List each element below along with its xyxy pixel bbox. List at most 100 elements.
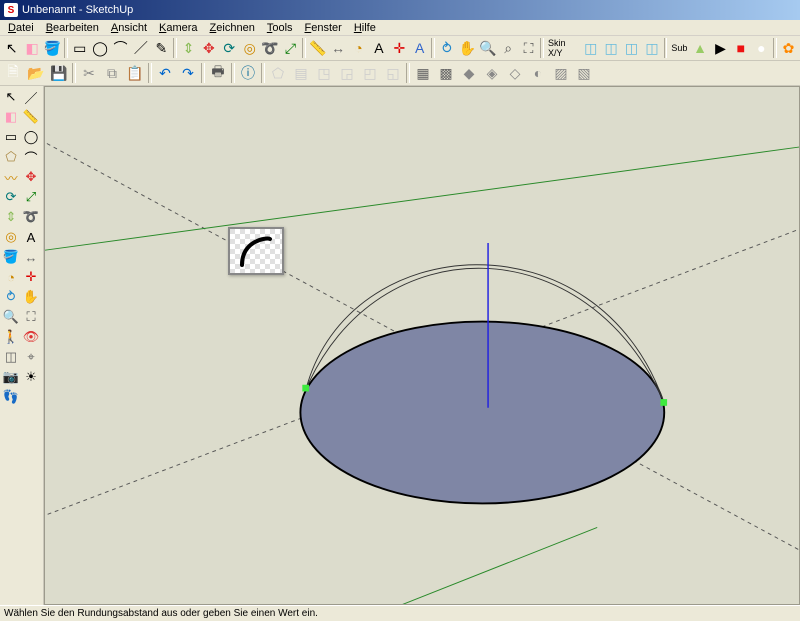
paste-button[interactable]: 📋	[124, 62, 146, 84]
right-button[interactable]: ◲	[336, 62, 358, 84]
open-file-button[interactable]: 📂	[25, 62, 47, 84]
rotate-button[interactable]: ⟳	[220, 37, 239, 59]
back-button[interactable]: ◰	[359, 62, 381, 84]
orbit-button[interactable]: ⥁	[437, 37, 456, 59]
zoom-tool[interactable]: 🔍	[1, 307, 21, 327]
tape-button[interactable]: 📏	[308, 37, 327, 59]
zoom-ext-tool[interactable]: ⛶	[21, 307, 41, 327]
menu-bearbeiten[interactable]: Bearbeiten	[40, 22, 105, 34]
copy-button[interactable]: ⧉	[101, 62, 123, 84]
menu-zeichnen[interactable]: Zeichnen	[204, 22, 261, 34]
rotate-tool[interactable]: ⟳	[1, 187, 21, 207]
skin-3-button[interactable]: ◫	[622, 37, 641, 59]
hidden-line-button[interactable]: ▩	[435, 62, 457, 84]
line-tool[interactable]: ／	[21, 87, 41, 107]
wireframe-button[interactable]: ▦	[412, 62, 434, 84]
line-button[interactable]: ／	[131, 37, 150, 59]
sub-1-button[interactable]: ▲	[690, 37, 709, 59]
arc-tool[interactable]: ⌒	[21, 147, 41, 167]
freehand-button[interactable]: ✎	[152, 37, 171, 59]
menu-ansicht[interactable]: Ansicht	[105, 22, 153, 34]
style3-button[interactable]: ▧	[573, 62, 595, 84]
viewport-3d[interactable]	[44, 86, 800, 605]
front-button[interactable]: ◳	[313, 62, 335, 84]
menu-tools[interactable]: Tools	[261, 22, 299, 34]
push-tool[interactable]: ⇕	[1, 207, 21, 227]
eraser-tool[interactable]: ◧	[1, 107, 21, 127]
zoom-button[interactable]: 🔍	[478, 37, 497, 59]
iso-button[interactable]: ⬠	[267, 62, 289, 84]
sub-3-button[interactable]: ■	[731, 37, 750, 59]
follow-tool[interactable]: ➰	[21, 207, 41, 227]
save-file-button[interactable]: 💾	[48, 62, 70, 84]
eraser-button[interactable]: ◧	[22, 37, 41, 59]
menu-fenster[interactable]: Fenster	[299, 22, 348, 34]
style2-button[interactable]: ▨	[550, 62, 572, 84]
section-tool[interactable]: ◫	[1, 347, 21, 367]
dimension-button[interactable]: ↔	[328, 37, 347, 59]
follow-me-button[interactable]: ➰	[260, 37, 279, 59]
xray-button[interactable]: ◇	[504, 62, 526, 84]
axes-button[interactable]: ✛	[390, 37, 409, 59]
print-button[interactable]: 🖶	[207, 62, 229, 84]
pan-tool[interactable]: ✋	[21, 287, 41, 307]
rect-tool[interactable]: ▭	[1, 127, 21, 147]
text-tool[interactable]: A	[21, 227, 41, 247]
skin-2-button[interactable]: ◫	[601, 37, 620, 59]
zoom-window-button[interactable]: ⌕	[498, 37, 517, 59]
freehand-tool[interactable]: 〰	[1, 167, 21, 187]
scale-tool[interactable]: ⤢	[21, 187, 41, 207]
paint-bucket-icon: 🪣	[44, 40, 61, 57]
rectangle-button[interactable]: ▭	[70, 37, 89, 59]
circle-tool[interactable]: ◯	[21, 127, 41, 147]
select-arrow-button[interactable]: ↖	[2, 37, 21, 59]
protractor-tool[interactable]: ◔	[1, 267, 21, 287]
plugin-gear-button[interactable]: ✿	[779, 37, 798, 59]
undo-button[interactable]: ↶	[154, 62, 176, 84]
walk-tool[interactable]: 🚶	[1, 327, 21, 347]
model-info-button[interactable]: ⓘ	[237, 62, 259, 84]
text-button[interactable]: A	[369, 37, 388, 59]
footprints-tool[interactable]: 👣	[1, 387, 21, 407]
zoom-extents-button[interactable]: ⛶	[519, 37, 538, 59]
offset-button[interactable]: ◎	[240, 37, 259, 59]
shadows-tool[interactable]: ☀	[21, 367, 41, 387]
menu-datei[interactable]: Datei	[2, 22, 40, 34]
camera-tool[interactable]: 📷	[1, 367, 21, 387]
offset-tool[interactable]: ◎	[1, 227, 21, 247]
select-tool[interactable]: ↖	[1, 87, 21, 107]
axes-tool[interactable]: ✛	[21, 267, 41, 287]
3dtext-button[interactable]: A	[410, 37, 429, 59]
orbit-tool[interactable]: ⥁	[1, 287, 21, 307]
redo-button[interactable]: ↷	[177, 62, 199, 84]
protractor-button[interactable]: ◔	[349, 37, 368, 59]
monochrome-button[interactable]: ◐	[527, 62, 549, 84]
shaded-button[interactable]: ◆	[458, 62, 480, 84]
pan-button[interactable]: ✋	[458, 37, 477, 59]
scale-button[interactable]: ⤢	[281, 37, 300, 59]
top-button[interactable]: ▤	[290, 62, 312, 84]
menu-hilfe[interactable]: Hilfe	[348, 22, 382, 34]
menu-kamera[interactable]: Kamera	[153, 22, 204, 34]
look-tool[interactable]: 👁	[21, 327, 41, 347]
position-tool[interactable]: ⌖	[21, 347, 41, 367]
move-button[interactable]: ✥	[199, 37, 218, 59]
sub-4-button[interactable]: ●	[752, 37, 771, 59]
skin-1-button[interactable]: ◫	[581, 37, 600, 59]
shaded-tex-button[interactable]: ◈	[481, 62, 503, 84]
left-button[interactable]: ◱	[382, 62, 404, 84]
skin-4-button[interactable]: ◫	[642, 37, 661, 59]
circle-button[interactable]: ◯	[90, 37, 109, 59]
dim-tool[interactable]: ↔	[21, 247, 41, 267]
cut-button[interactable]: ✂	[78, 62, 100, 84]
paint-tool[interactable]: 🪣	[1, 247, 21, 267]
poly-tool[interactable]: ⬠	[1, 147, 21, 167]
move-tool[interactable]: ✥	[21, 167, 41, 187]
sub-2-button[interactable]: ▶	[711, 37, 730, 59]
push-pull-button[interactable]: ⇕	[179, 37, 198, 59]
paint-bucket-button[interactable]: 🪣	[43, 37, 62, 59]
new-file-button[interactable]: 🗎	[2, 62, 24, 84]
tape-tool[interactable]: 📏	[21, 107, 41, 127]
arc-button[interactable]: ⌒	[111, 37, 130, 59]
model-face-circle[interactable]	[300, 322, 664, 504]
